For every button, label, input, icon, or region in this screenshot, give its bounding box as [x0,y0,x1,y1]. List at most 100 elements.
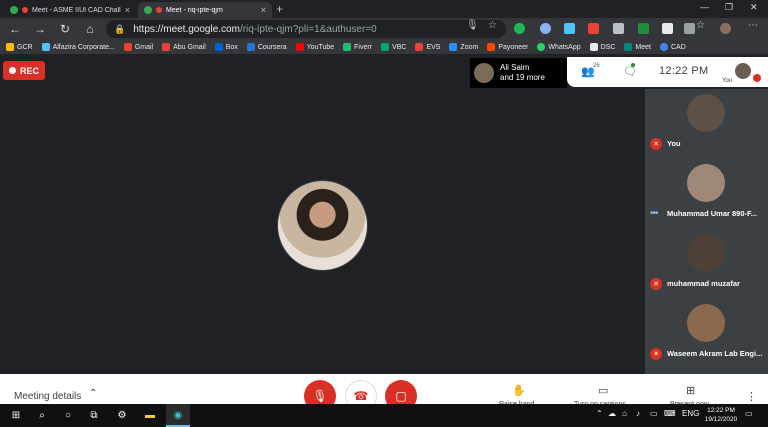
extension-grid-icon[interactable] [613,23,624,34]
reading-list-icon[interactable]: ☆ [696,20,705,31]
meet-icon [624,43,633,51]
bookmarks-bar: GCR Alfazira Corporate... Gmail Abu Gmai… [0,40,768,54]
browser-toolbar: ← → ↻ ⌂ 🔒 https://meet.google.com/riq-ip… [0,18,768,40]
task-view-icon[interactable]: ⧉ [86,407,102,423]
whatsapp-icon [537,43,546,51]
reload-icon[interactable]: ↻ [57,21,73,37]
microphone-icon[interactable]: 🎙 [466,20,479,31]
profile-avatar[interactable] [720,23,731,34]
self-muted-icon [753,74,761,82]
bookmark-alfazira[interactable]: Alfazira Corporate... [41,43,115,51]
participant-avatar [687,304,725,342]
participant-tile[interactable]: ✕ Waseem Akram Lab Engi... [645,302,768,372]
taskbar-clock[interactable]: 12:22 PM 19/12/2020 [700,406,742,424]
bookmark-cad[interactable]: CAD [659,43,686,51]
youtube-icon [295,43,304,51]
keyboard-icon[interactable]: ⌨ [664,409,676,418]
forward-icon[interactable]: → [32,21,48,37]
participant-tile[interactable]: ✕ You [645,92,768,162]
participant-name: Muhammad Umar 890-F... [667,209,758,218]
bookmark-gcr[interactable]: GCR [6,43,33,51]
browser-menu-icon[interactable]: ⋯ [748,20,758,31]
close-window-icon[interactable]: ✕ [750,2,758,13]
more-options-icon[interactable]: ⋮ [746,390,757,403]
bookmark-coursera[interactable]: Coursera [246,43,287,51]
volume-icon[interactable]: ♪ [636,409,640,418]
bookmark-abu-gmail[interactable]: Abu Gmail [162,43,206,51]
bookmark-dsc[interactable]: DSC [589,43,615,51]
url-path: /riq-ipte-qjm?pli=1&authuser=0 [239,23,377,35]
participant-name: Waseem Akram Lab Engi... [667,349,763,358]
participant-avatar [687,164,725,202]
address-bar[interactable]: 🔒 https://meet.google.com/riq-ipte-qjm?p… [106,20,506,38]
extension-cloud-icon[interactable] [540,23,551,34]
battery-icon[interactable]: ▭ [650,409,658,418]
participant-strip: ✕ You ••• Muhammad Umar 890-F... ✕ muham… [645,89,768,392]
raise-hand-icon[interactable]: ✋ [512,384,526,397]
self-avatar [735,63,751,79]
participant-tile[interactable]: ••• Muhammad Umar 890-F... [645,162,768,232]
meeting-details-button[interactable]: Meeting details [14,391,81,402]
language-indicator[interactable]: ENG [682,409,699,418]
extension-blue-icon[interactable] [564,23,575,34]
recording-badge[interactable]: REC [3,61,45,80]
extension-pdf-icon[interactable] [588,23,599,34]
meet-top-right-panel: 👥 26 🗨 12:22 PM You [567,57,768,87]
bookmark-box[interactable]: Box [214,43,238,51]
speaking-indicator-icon: ••• [650,208,658,219]
mic-muted-icon: ✕ [650,278,662,290]
tab-title: Meet - riq-ipte-qjm [166,6,223,14]
bookmark-payoneer[interactable]: Payoneer [487,43,528,51]
fiverr-icon [343,43,352,51]
bookmark-youtube[interactable]: YouTube [295,43,334,51]
participant-name: muhammad muzafar [667,279,740,288]
tab-riq-ipte-qjm[interactable]: Meet - riq-ipte-qjm × [138,2,272,18]
restore-window-icon[interactable]: ❐ [725,2,733,13]
bookmark-meet[interactable]: Meet [624,43,651,51]
bookmark-fiverr[interactable]: Fiverr [343,43,372,51]
notifications-icon[interactable]: ▭ [745,409,753,418]
captions-icon[interactable]: ▭ [598,384,608,397]
bookmark-gmail[interactable]: Gmail [123,43,153,51]
back-icon[interactable]: ← [7,21,23,37]
new-tab-button[interactable]: + [276,2,283,16]
present-icon[interactable]: ⊞ [686,384,695,397]
onedrive-icon[interactable]: ☁ [608,409,616,418]
file-explorer-icon[interactable]: ▬ [142,407,158,423]
folder-icon [6,43,14,51]
bookmark-zoom[interactable]: Zoom [449,43,478,51]
presenter-name: Ali Saim [500,63,530,72]
extension-white-icon[interactable] [662,23,673,34]
extension-green-icon[interactable] [514,23,525,34]
bookmark-evs[interactable]: EVS [415,43,440,51]
extension-green2-icon[interactable] [638,23,649,34]
close-tab-icon[interactable]: × [125,5,130,15]
bookmark-whatsapp[interactable]: WhatsApp [537,43,581,51]
settings-icon[interactable]: ⚙ [114,407,130,423]
chrome-icon [659,43,668,51]
presenter-pill[interactable]: Ali Saim and 19 more [470,58,567,88]
windows-start-icon[interactable]: ⊞ [8,407,24,423]
mic-muted-icon: ✕ [650,348,662,360]
cortana-icon[interactable]: ○ [60,407,76,423]
extension-puzzle-icon[interactable] [684,23,695,34]
tab-asme-meet[interactable]: Meet - ASME IIUI CAD Chall × [4,2,136,18]
network-icon[interactable]: ⌂ [622,409,627,418]
home-icon[interactable]: ⌂ [82,21,98,37]
participant-tile[interactable]: ✕ muhammad muzafar [645,232,768,302]
windows-taskbar: ⊞ ⌕ ○ ⧉ ⚙ ▬ ◉ ⌃ ☁ ⌂ ♪ ▭ ⌨ ENG 12:22 PM 1… [0,404,768,427]
tray-chevron-icon[interactable]: ⌃ [596,409,603,418]
chat-icon[interactable]: 🗨 [623,65,637,78]
minimize-window-icon[interactable]: — [700,2,709,12]
mic-muted-icon: ✕ [650,138,662,150]
meeting-clock: 12:22 PM [659,65,709,77]
bookmark-star-icon[interactable]: ☆ [488,20,497,31]
chevron-up-icon[interactable]: ⌃ [89,388,97,399]
recording-dot-icon [156,7,162,13]
close-tab-icon[interactable]: × [261,5,266,15]
meet-call-area: REC Ali Saim and 19 more 👥 26 🗨 12:22 PM… [0,54,768,404]
gmail-icon [123,43,132,51]
search-icon[interactable]: ⌕ [34,407,50,423]
bookmark-vbc[interactable]: VBC [381,43,406,51]
record-dot-icon [8,67,16,74]
